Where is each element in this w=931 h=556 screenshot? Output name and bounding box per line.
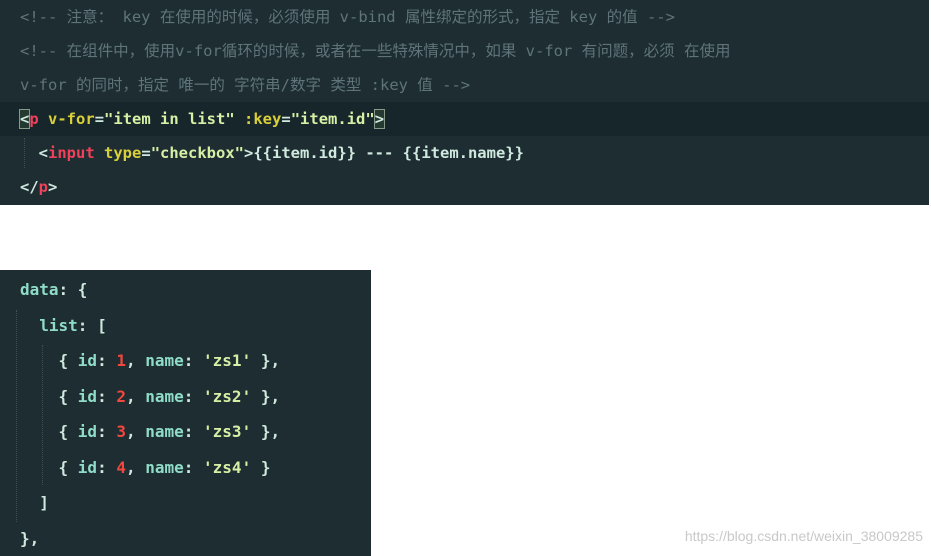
code-token-txt: } <box>251 457 271 477</box>
code-token-cm: <!-- 在组件中，使用v-for循环的时候，或者在一些特殊情况中，如果 v-f… <box>20 42 731 60</box>
code-line: data: { <box>20 280 87 300</box>
code-token-key: name <box>145 422 184 441</box>
code-token-txt: </ <box>20 178 39 196</box>
code-line: </p> <box>20 177 57 197</box>
code-token-tag: p <box>38 178 49 196</box>
watermark: https://blog.csdn.net/weixin_38009285 <box>684 528 923 544</box>
code-token-txt: }, <box>251 351 281 370</box>
code-token-txt: : { <box>58 280 88 299</box>
code-token-num: 4 <box>116 457 126 477</box>
code-token-str: 'zs4' <box>203 457 252 477</box>
code-line: <!-- 注意： key 在使用的时候，必须使用 v-bind 属性绑定的形式，… <box>20 7 675 27</box>
code-token-txt: = <box>141 144 151 162</box>
code-token-txt: { <box>20 386 78 406</box>
code-token-txt: > <box>48 178 58 196</box>
code-token-attr: v-for <box>38 110 95 128</box>
code-line: ] <box>20 493 49 513</box>
code-line: { id: 2, name: 'zs2' }, <box>20 386 281 407</box>
code-line: { id: 1, name: 'zs1' }, <box>20 351 281 371</box>
code-token-txt: , <box>125 422 146 441</box>
code-token-num: 2 <box>116 386 126 406</box>
code-line: <!-- 在组件中，使用v-for循环的时候，或者在一些特殊情况中，如果 v-f… <box>20 41 730 61</box>
code-token-key: list <box>20 315 78 335</box>
code-token-key: id <box>77 386 98 406</box>
code-token-txt: : <box>97 386 117 406</box>
code-line: }, <box>20 529 39 549</box>
code-token-attr: type <box>94 144 142 162</box>
code-line: <input type="checkbox">{{item.id}} --- {… <box>20 143 524 163</box>
code-line: { id: 4, name: 'zs4' } <box>20 457 271 478</box>
code-token-txt: < <box>20 144 48 162</box>
code-token-tag: input <box>48 144 95 162</box>
code-token-txt: }, <box>20 528 40 548</box>
code-token-txt: { <box>20 422 78 441</box>
code-block-template: <!-- 注意： key 在使用的时候，必须使用 v-bind 属性绑定的形式，… <box>0 0 929 205</box>
code-token-key: name <box>145 386 184 406</box>
code-token-txt: , <box>125 386 146 406</box>
code-token-str: 'zs3' <box>203 422 252 441</box>
code-token-num: 3 <box>116 422 126 441</box>
code-line: { id: 3, name: 'zs3' }, <box>20 422 281 442</box>
code-token-txt: }, <box>251 386 281 406</box>
code-token-bracket: > <box>373 109 386 129</box>
code-line: list: [ <box>20 315 107 336</box>
code-token-cm: <!-- 注意： key 在使用的时候，必须使用 v-bind 属性绑定的形式，… <box>20 8 675 26</box>
code-token-attr: :key <box>234 110 282 128</box>
code-token-bracket: < <box>18 109 31 129</box>
indent-guide <box>16 310 17 522</box>
code-token-txt: : <box>183 351 204 370</box>
code-token-str: "checkbox" <box>150 144 245 162</box>
code-token-key: id <box>77 351 98 370</box>
code-token-txt: >{{item.id}} --- {{item.name}} <box>244 144 524 162</box>
code-token-key: name <box>145 457 184 477</box>
code-token-txt: ] <box>20 493 49 512</box>
code-token-txt: , <box>125 351 146 370</box>
code-token-txt: : <box>97 422 117 441</box>
code-token-txt: { <box>20 351 78 370</box>
code-token-txt: : <box>183 457 204 477</box>
code-token-txt: = <box>281 110 291 128</box>
code-token-key: id <box>77 422 98 441</box>
code-line: v-for 的同时，指定 唯一的 字符串/数字 类型 :key 值 --> <box>20 75 470 95</box>
code-token-txt: { <box>20 457 78 477</box>
code-token-txt: : <box>183 422 204 441</box>
code-token-txt: = <box>94 110 105 128</box>
code-token-tag: p <box>29 110 39 128</box>
code-token-key: name <box>145 351 184 370</box>
code-token-num: 1 <box>116 351 126 370</box>
code-token-key: id <box>77 457 98 477</box>
code-line: <p v-for="item in list" :key="item.id"> <box>18 109 386 129</box>
code-token-str: 'zs2' <box>203 386 252 406</box>
code-token-str: 'zs1' <box>203 351 252 370</box>
code-token-txt: , <box>125 457 146 477</box>
code-token-str: "item.id" <box>290 110 375 128</box>
code-block-data: data: { list: [ { id: 1, name: 'zs1' }, … <box>0 270 371 556</box>
code-token-txt: : <box>183 386 204 406</box>
code-token-txt: }, <box>251 422 281 441</box>
code-token-txt: : [ <box>77 315 107 335</box>
code-token-txt: : <box>97 351 117 370</box>
code-token-cm: v-for 的同时，指定 唯一的 字符串/数字 类型 :key 值 --> <box>20 76 471 94</box>
code-token-txt: : <box>97 457 117 477</box>
code-token-key: data <box>20 280 59 299</box>
code-token-str: "item in list" <box>104 110 235 128</box>
